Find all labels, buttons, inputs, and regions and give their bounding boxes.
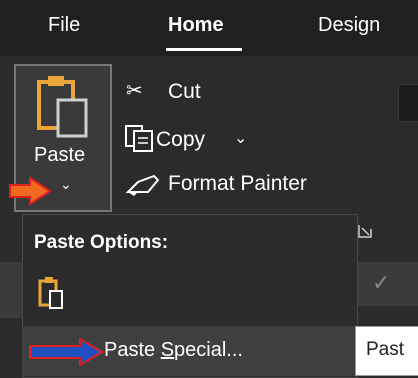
copy-chevron[interactable]: ⌄ [234,128,247,148]
checkmark-icon: ✓ [372,270,391,295]
cut-button[interactable]: Cut [168,80,201,104]
format-painter-icon [125,174,160,196]
paste-special-label: Paste Special... [104,339,243,361]
tab-home[interactable]: Home [168,14,224,37]
scissors-icon: ✂ [126,80,143,102]
dialog-launcher-icon[interactable] [358,224,372,238]
tab-home-underline [166,48,242,51]
copy-button[interactable]: Copy [156,128,205,152]
paste-option-keep-formatting-icon[interactable] [38,276,64,310]
paste-clipboard-icon [37,76,88,138]
paste-label: Paste [34,144,86,166]
copy-icon [125,125,153,152]
paste-options-header: Paste Options: [34,232,169,253]
blue-arrow-annotation [29,338,104,366]
format-painter-button[interactable]: Format Painter [168,172,307,196]
background-strip [0,262,22,318]
orange-arrow-annotation [9,176,52,206]
tab-design[interactable]: Design [318,14,380,37]
tab-file[interactable]: File [48,14,80,37]
ribbon-font-box [398,84,418,122]
paste-dropdown-chevron[interactable]: ⌄ [60,176,72,193]
paste-tooltip: Past [355,326,418,376]
